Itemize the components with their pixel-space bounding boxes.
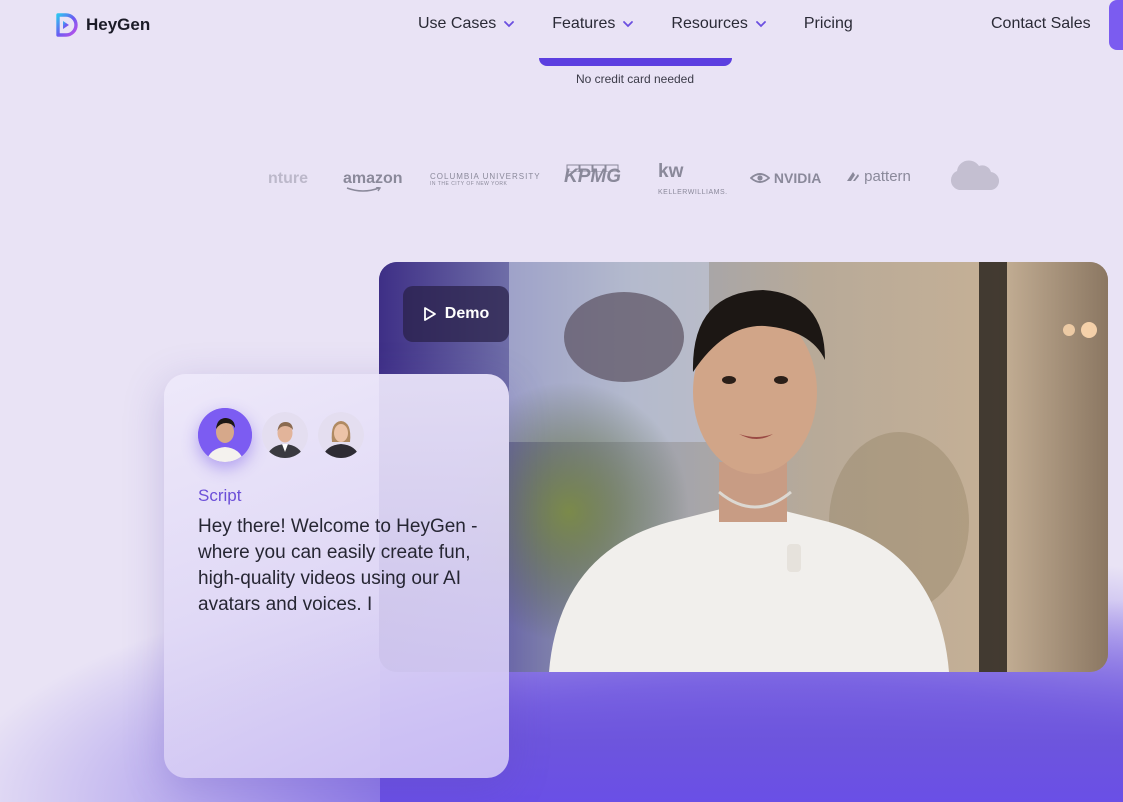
nvidia-logo: NVIDIA bbox=[749, 170, 822, 186]
script-label: Script bbox=[198, 486, 242, 505]
columbia-logo-name: COLUMBIA UNIVERSITY bbox=[430, 172, 541, 181]
nav-features-label: Features bbox=[552, 15, 616, 32]
avatar-woman-icon bbox=[318, 412, 364, 458]
avatar-man-icon bbox=[198, 408, 252, 462]
top-navigation: HeyGen Use Cases Features Resources Pric… bbox=[0, 0, 1123, 52]
amazon-logo-text: amazon bbox=[343, 170, 403, 187]
script-card: Script Hey there! Welcome to HeyGen - wh… bbox=[164, 374, 509, 778]
demo-label: Demo bbox=[444, 305, 490, 322]
heygen-logo-icon bbox=[56, 13, 78, 37]
nvidia-eye-icon bbox=[749, 173, 771, 183]
accenture-logo: nture bbox=[268, 170, 308, 187]
pattern-logo-text: pattern bbox=[864, 168, 911, 185]
nvidia-logo-text: NVIDIA bbox=[773, 170, 822, 186]
kpmg-boxes-icon bbox=[566, 164, 619, 172]
get-started-button[interactable] bbox=[1109, 0, 1123, 50]
nav-pricing[interactable]: Pricing bbox=[804, 15, 853, 33]
hero-cta-button-edge[interactable] bbox=[539, 58, 732, 66]
nav-use-cases-label: Use Cases bbox=[418, 15, 497, 32]
play-icon bbox=[423, 307, 436, 321]
brand-name: HeyGen bbox=[86, 15, 151, 34]
amazon-logo: amazon bbox=[343, 170, 403, 192]
nav-menu: Use Cases Features Resources Pricing bbox=[418, 15, 890, 33]
avatar-suit-icon bbox=[262, 412, 308, 458]
kw-logo-sub: KELLERWILLIAMS. bbox=[658, 189, 728, 196]
chevron-down-icon bbox=[504, 21, 515, 28]
kw-logo-mark: kw bbox=[658, 161, 684, 182]
brand-logo[interactable]: HeyGen bbox=[53, 12, 150, 38]
chevron-down-icon bbox=[755, 21, 766, 28]
demo-play-button[interactable]: Demo bbox=[403, 286, 509, 342]
salesforce-cloud-icon bbox=[950, 160, 999, 191]
kpmg-logo: KPMG bbox=[564, 164, 621, 188]
keller-williams-logo: kw KELLERWILLIAMS. bbox=[658, 162, 728, 199]
avatar-option-woman[interactable] bbox=[318, 412, 364, 458]
pattern-mark-icon bbox=[847, 172, 859, 181]
no-credit-card-note: No credit card needed bbox=[575, 72, 695, 86]
amazon-smile-icon bbox=[346, 187, 382, 192]
nav-resources[interactable]: Resources bbox=[671, 15, 766, 33]
chevron-down-icon bbox=[623, 21, 634, 28]
columbia-logo: COLUMBIA UNIVERSITY IN THE CITY OF NEW Y… bbox=[430, 172, 541, 187]
columbia-logo-sub: IN THE CITY OF NEW YORK bbox=[430, 181, 508, 187]
nav-pricing-label: Pricing bbox=[803, 15, 853, 32]
avatar-selector bbox=[198, 408, 364, 462]
customer-logos: nture amazon COLUMBIA UNIVERSITY IN THE … bbox=[268, 150, 1008, 205]
contact-sales-link[interactable]: Contact Sales bbox=[991, 15, 1091, 33]
script-text[interactable]: Hey there! Welcome to HeyGen - where you… bbox=[198, 514, 488, 618]
pattern-logo: pattern bbox=[846, 168, 911, 185]
nav-use-cases[interactable]: Use Cases bbox=[418, 15, 515, 33]
nav-resources-label: Resources bbox=[671, 15, 748, 32]
avatar-option-man-suit[interactable] bbox=[262, 412, 308, 458]
nav-features[interactable]: Features bbox=[552, 15, 634, 33]
avatar-option-selected[interactable] bbox=[198, 408, 252, 462]
